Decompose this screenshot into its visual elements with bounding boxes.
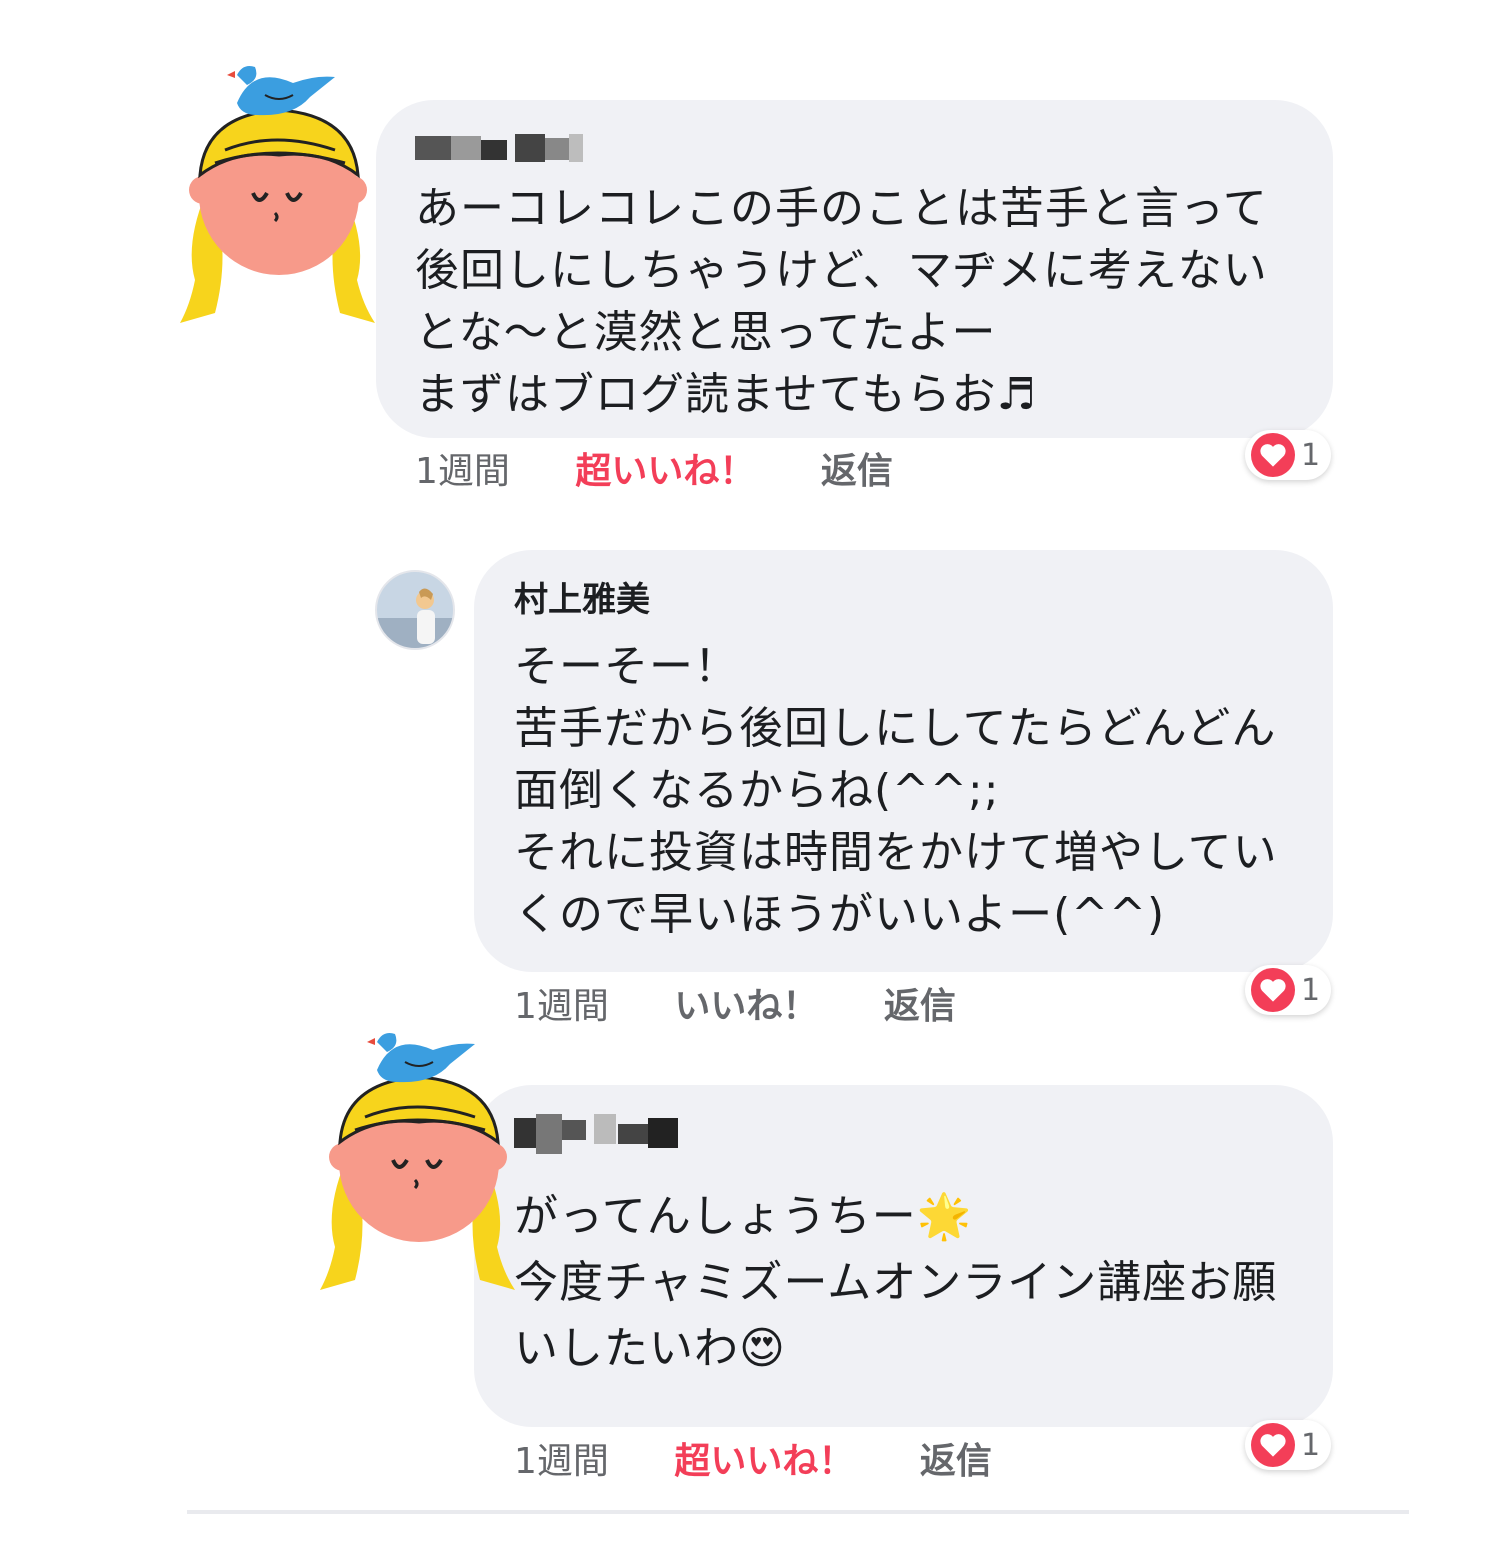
reaction-badge[interactable]: 1 [1245,965,1331,1015]
comment-timestamp[interactable]: 1週間 [514,986,609,1027]
heart-reaction-icon [1251,968,1295,1012]
comment-text: がってんしょうちー🌟 今度チャミズームオンライン講座お願いしたいわ😍 [514,1191,1278,1374]
love-reaction-button[interactable]: 超いいね！ [575,451,755,492]
love-reaction-button[interactable]: 超いいね！ [674,1441,854,1482]
profile-photo-avatar[interactable] [375,570,455,650]
cartoon-girl-avatar-icon[interactable] [315,1022,520,1297]
comment-actions: 1週間 超いいね！ 返信 [415,450,893,494]
comment-actions: 1週間 超いいね！ 返信 [514,1440,992,1484]
reaction-badge[interactable]: 1 [1245,430,1331,480]
reaction-badge[interactable]: 1 [1245,1420,1331,1470]
cartoon-girl-avatar-icon[interactable] [175,55,380,330]
reaction-count: 1 [1301,437,1321,473]
comment-text: あーコレコレこの手のことは苦手と言って後回しにしちゃうけど、マヂメに考えないとな… [415,183,1268,420]
like-button[interactable]: いいね！ [674,986,818,1027]
comment-actions: 1週間 いいね！ 返信 [514,985,956,1029]
comment-text: そーそー！ 苦手だから後回しにしてたらどんどん面倒くなるからね(^^;; それに… [514,641,1278,940]
author-name-pixelated [514,1110,679,1154]
heart-reaction-icon [1251,433,1295,477]
reaction-count: 1 [1301,1427,1321,1463]
comment-timestamp[interactable]: 1週間 [514,1441,609,1482]
author-name-pixelated [415,130,585,166]
heart-reaction-icon [1251,1423,1295,1467]
reaction-count: 1 [1301,972,1321,1008]
reply-button[interactable]: 返信 [821,451,893,492]
reply-button[interactable]: 返信 [884,986,956,1027]
reply-button[interactable]: 返信 [920,1441,992,1482]
divider [187,1510,1409,1514]
comment-author[interactable]: 村上雅美 [514,580,650,620]
comment-timestamp[interactable]: 1週間 [415,451,510,492]
